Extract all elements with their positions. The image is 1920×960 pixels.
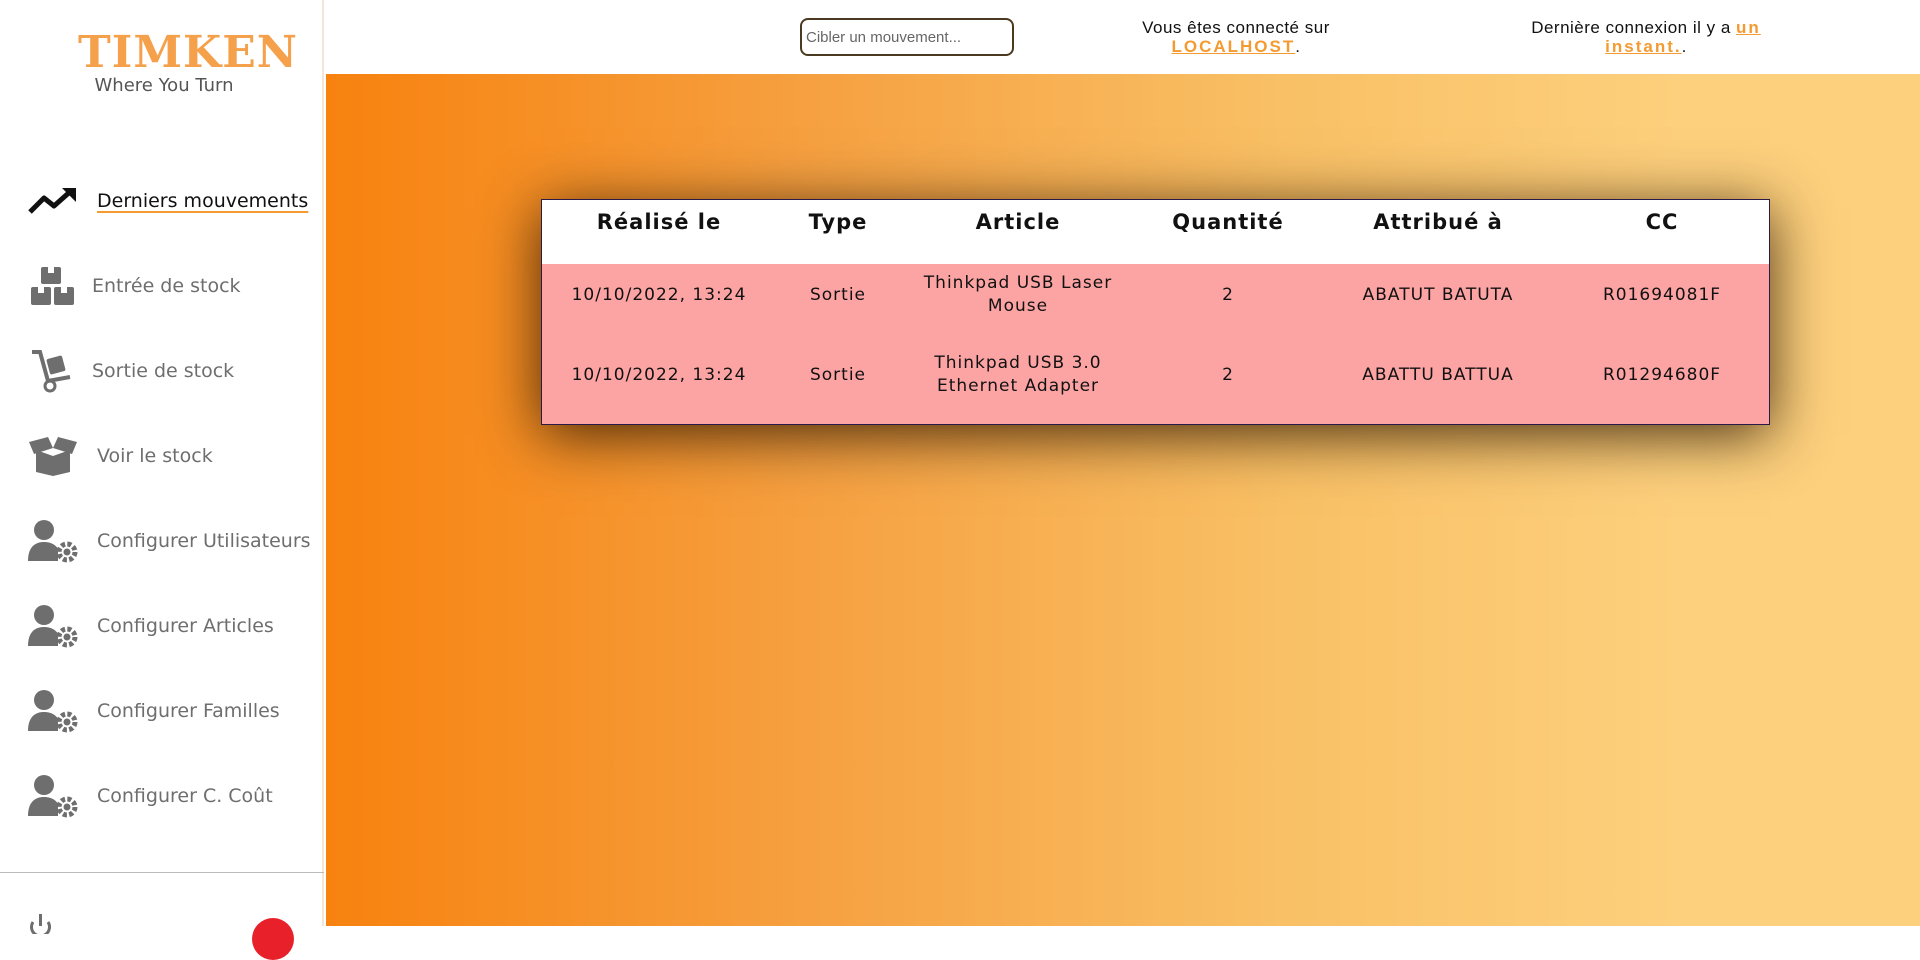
connection-prefix: Vous êtes connecté sur (1142, 18, 1330, 37)
logo-brand: TIMKEN (78, 27, 299, 78)
user-gear-icon (26, 601, 80, 651)
cell-type: Sortie (809, 365, 867, 385)
sidebar-item-configurer-c-cout[interactable]: Configurer C. Coût (0, 768, 324, 824)
boxes-icon (26, 261, 80, 311)
cell-date: 10/10/2022, 13:24 (571, 285, 747, 305)
sidebar-item-label: Sortie de stock (92, 360, 235, 382)
cell-assigned: ABATTU BATTUA (1362, 365, 1514, 385)
column-header-cc[interactable]: CC (1646, 210, 1679, 234)
cell-article-line-2: Ethernet Adapter (936, 376, 1100, 396)
cell-article-line-2: Mouse (987, 296, 1049, 316)
logo-tagline: Where You Turn (94, 75, 234, 96)
last-login-link-2[interactable]: instant. (1605, 37, 1681, 56)
sidebar-item-label: Configurer C. Coût (97, 785, 273, 807)
sidebar-item-label: Configurer Utilisateurs (97, 530, 311, 552)
connection-info: Vous êtes connecté sur LOCALHOST. (1096, 18, 1376, 56)
cell-article: Thinkpad USB Laser Mouse (924, 272, 1112, 318)
logout-icon[interactable] (30, 914, 52, 938)
table-header: Réalisé le Type Article Quantité Attribu… (542, 200, 1769, 264)
sidebar-item-label: Voir le stock (97, 445, 213, 467)
cell-assigned: ABATUT BATUTA (1362, 285, 1514, 305)
user-gear-icon (26, 686, 80, 736)
hand-truck-icon (26, 346, 80, 396)
movements-table: Réalisé le Type Article Quantité Attribu… (541, 199, 1770, 425)
cell-quantity: 2 (1222, 365, 1234, 385)
sidebar-item-configurer-articles[interactable]: Configurer Articles (0, 598, 324, 654)
sidebar-item-configurer-familles[interactable]: Configurer Familles (0, 683, 324, 739)
sidebar-item-label: Entrée de stock (92, 275, 241, 297)
sidebar-item-label: Derniers mouvements (97, 190, 309, 212)
cell-article: Thinkpad USB 3.0 Ethernet Adapter (934, 352, 1101, 398)
column-header-quantity[interactable]: Quantité (1172, 210, 1283, 234)
notification-badge[interactable] (252, 918, 294, 960)
column-header-date[interactable]: Réalisé le (597, 210, 721, 234)
sidebar-item-sortie-de-stock[interactable]: Sortie de stock (0, 343, 324, 399)
sidebar-item-label: Configurer Familles (97, 700, 280, 722)
top-header: Vous êtes connecté sur LOCALHOST. Derniè… (326, 0, 1920, 74)
sidebar-divider (0, 872, 324, 873)
cell-cc: R01694081F (1602, 285, 1722, 305)
open-box-icon (26, 431, 80, 481)
table-body: 10/10/2022, 13:24 Sortie Thinkpad USB La… (542, 264, 1769, 424)
logo: TIMKEN Where You Turn (78, 27, 299, 96)
cell-article-line-1: Thinkpad USB Laser (923, 273, 1113, 293)
cell-type: Sortie (809, 285, 867, 305)
connection-suffix: . (1295, 37, 1301, 56)
search-input[interactable] (800, 18, 1014, 56)
cell-quantity: 2 (1222, 285, 1234, 305)
sidebar-item-label: Configurer Articles (97, 615, 274, 637)
sidebar-item-voir-le-stock[interactable]: Voir le stock (0, 428, 324, 484)
last-login-info: Dernière connexion il y a un instant.. (1516, 18, 1776, 56)
sidebar-item-derniers-mouvements[interactable]: Derniers mouvements (0, 173, 324, 229)
user-gear-icon (26, 771, 80, 821)
last-login-prefix: Dernière connexion il y a (1531, 18, 1731, 37)
host-link[interactable]: LOCALHOST (1171, 37, 1295, 56)
cell-article-line-1: Thinkpad USB 3.0 (934, 353, 1102, 373)
column-header-article[interactable]: Article (976, 210, 1061, 234)
cell-cc: R01294680F (1602, 365, 1722, 385)
sidebar: TIMKEN Where You Turn Derniers mouvement… (0, 0, 324, 960)
sidebar-item-configurer-utilisateurs[interactable]: Configurer Utilisateurs (0, 513, 324, 569)
last-login-suffix: . (1681, 37, 1687, 56)
user-gear-icon (26, 516, 80, 566)
column-header-type[interactable]: Type (809, 210, 868, 234)
trending-up-icon (26, 176, 80, 226)
column-header-assigned[interactable]: Attribué à (1373, 210, 1503, 234)
last-login-link-1[interactable]: un (1736, 18, 1761, 37)
cell-date: 10/10/2022, 13:24 (571, 365, 747, 385)
sidebar-item-entree-de-stock[interactable]: Entrée de stock (0, 258, 324, 314)
